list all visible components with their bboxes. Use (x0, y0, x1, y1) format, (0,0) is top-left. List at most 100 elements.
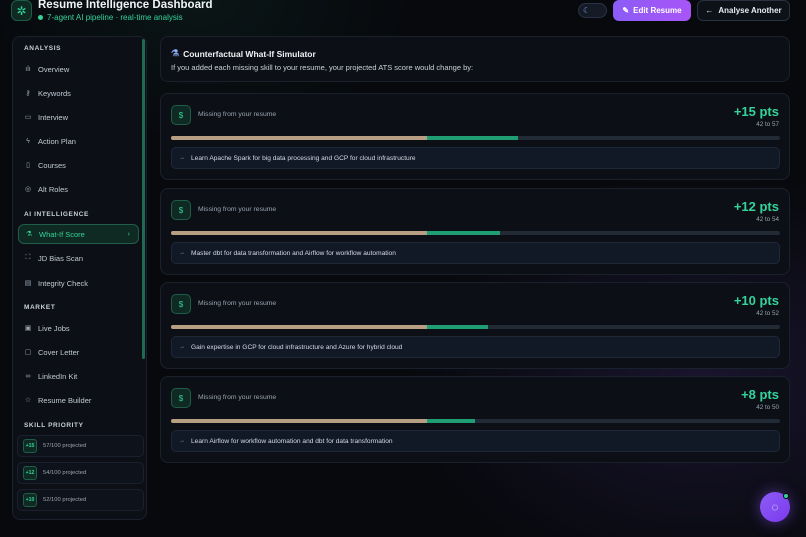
chat-icon: ▭ (24, 114, 32, 121)
projected-gain-segment (426, 136, 519, 140)
section-analysis: ANALYSIS (24, 45, 62, 52)
sidebar-item-label: Interview (38, 112, 69, 122)
projected-gain-segment (426, 419, 476, 423)
current-score-segment (171, 231, 427, 235)
points-gain: +10 pts (733, 293, 779, 308)
online-indicator (783, 493, 789, 499)
projected-gain-segment (426, 231, 500, 235)
sidebar-item-cover-letter[interactable]: ▢ Cover Letter (18, 342, 139, 362)
briefcase-icon: ▣ (24, 325, 32, 332)
recommendation-text: Gain expertise in GCP for cloud infrastr… (191, 343, 403, 351)
points-gain: +8 pts (741, 387, 779, 402)
sidebar-item-label: Cover Letter (38, 347, 80, 357)
sidebar-item-label: JD Bias Scan (38, 253, 84, 263)
simulator-description: If you added each missing skill to your … (171, 63, 474, 72)
star-icon: ☆ (24, 397, 32, 404)
dollar-icon: $ (171, 105, 191, 125)
app-subtitle-text: 7-agent AI pipeline · real-time analysis (47, 13, 183, 22)
dollar-icon: $ (171, 388, 191, 408)
chevron-right-icon: › (127, 230, 130, 238)
sidebar-item-resume-builder[interactable]: ☆ Resume Builder (18, 390, 139, 410)
book-icon: ▯ (26, 162, 30, 169)
what-if-card: $ Missing from your resume +15 pts 42 to… (160, 93, 790, 180)
sidebar-item-jd-bias-scan[interactable]: ⛶ JD Bias Scan (18, 248, 139, 268)
app-header: ✲ Resume Intelligence Dashboard 7-agent … (0, 0, 806, 30)
sidebar-item-label: Alt Roles (38, 184, 69, 194)
what-if-card: $ Missing from your resume +8 pts 42 to … (160, 376, 790, 463)
skill-gain-badge: +12 (23, 466, 37, 480)
sidebar-item-live-jobs[interactable]: ▣ Live Jobs (18, 318, 139, 338)
sparkle-icon: ✲ (11, 0, 32, 21)
skill-priority-item[interactable]: +12 54/100 projected (17, 462, 144, 484)
chat-bubble-icon: ◌ (771, 500, 779, 514)
sidebar-item-courses[interactable]: ▯ Courses (18, 155, 139, 175)
recommendation-row: → Master dbt for data transformation and… (171, 242, 780, 264)
dollar-icon: $ (171, 200, 191, 220)
sidebar-item-action-plan[interactable]: ϟ Action Plan (18, 131, 139, 151)
skill-priority-item[interactable]: +15 57/100 projected (17, 435, 144, 457)
link-icon: ∞ (25, 372, 31, 380)
recommendation-row: → Gain expertise in GCP for cloud infras… (171, 336, 780, 358)
sidebar: ANALYSIS ılı Overview ⚷ Keywords ▭ Inter… (12, 36, 147, 520)
score-range: 42 to 54 (756, 216, 779, 223)
sidebar-item-integrity-check[interactable]: ▤ Integrity Check (18, 273, 139, 293)
arrow-left-icon: ← (705, 6, 714, 15)
sidebar-item-interview[interactable]: ▭ Interview (18, 107, 139, 127)
sidebar-scrollbar[interactable] (142, 39, 145, 359)
score-progress-bar (171, 325, 780, 329)
projected-gain-segment (426, 325, 488, 329)
skill-projected-text: 57/100 projected (43, 443, 87, 449)
theme-toggle[interactable]: ☾ (578, 3, 607, 18)
sidebar-item-keywords[interactable]: ⚷ Keywords (18, 83, 139, 103)
missing-label: Missing from your resume (198, 111, 277, 118)
current-score-segment (171, 136, 427, 140)
missing-label: Missing from your resume (198, 394, 277, 401)
sidebar-item-overview[interactable]: ılı Overview (18, 59, 139, 79)
score-range: 42 to 52 (756, 310, 779, 317)
moon-icon: ☾ (583, 6, 591, 15)
sidebar-item-label: What-If Score (39, 229, 85, 239)
score-progress-bar (171, 419, 780, 423)
section-skill-priority: SKILL PRIORITY (24, 422, 84, 429)
status-dot (38, 15, 43, 20)
missing-label: Missing from your resume (198, 300, 277, 307)
sidebar-item-label: Courses (38, 160, 66, 170)
recommendation-text: Master dbt for data transformation and A… (191, 249, 396, 257)
section-ai-intelligence: AI INTELLIGENCE (24, 211, 89, 218)
key-icon: ⚷ (25, 90, 31, 97)
points-gain: +15 pts (733, 104, 779, 119)
sidebar-item-linkedin-kit[interactable]: ∞ LinkedIn Kit (18, 366, 139, 386)
flask-icon: ⚗ (171, 48, 180, 58)
edit-resume-button[interactable]: ✎ Edit Resume (613, 0, 691, 21)
app-title: Resume Intelligence Dashboard (38, 0, 213, 11)
current-score-segment (171, 325, 427, 329)
arrow-right-icon: → (179, 438, 185, 444)
chat-assistant-button[interactable]: ◌ (760, 492, 790, 522)
score-progress-bar (171, 231, 780, 235)
target-icon: ◎ (24, 186, 32, 193)
arrow-right-icon: → (179, 250, 185, 256)
score-progress-bar (171, 136, 780, 140)
section-market: MARKET (24, 304, 56, 311)
file-icon: ▢ (24, 349, 32, 356)
simulator-intro-panel: ⚗ Counterfactual What-If Simulator If yo… (160, 36, 790, 82)
flask-icon: ⚗ (25, 231, 33, 238)
skill-projected-text: 54/100 projected (43, 470, 87, 476)
skill-priority-item[interactable]: +10 52/100 projected (17, 489, 144, 511)
analyse-another-label: Analyse Another (718, 6, 782, 15)
sidebar-item-label: Overview (38, 64, 70, 74)
sidebar-item-alt-roles[interactable]: ◎ Alt Roles (18, 179, 139, 199)
scan-icon: ⛶ (25, 254, 31, 261)
sidebar-item-what-if-score[interactable]: ⚗ What-If Score › (18, 224, 139, 244)
skill-projected-text: 52/100 projected (43, 497, 87, 503)
analyse-another-button[interactable]: ← Analyse Another (697, 0, 790, 21)
simulator-title-text: Counterfactual What-If Simulator (183, 48, 316, 59)
sidebar-item-label: Live Jobs (38, 323, 70, 333)
score-range: 42 to 50 (756, 404, 779, 411)
pencil-icon: ✎ (622, 6, 630, 15)
recommendation-text: Learn Apache Spark for big data processi… (191, 154, 416, 162)
recommendation-row: → Learn Airflow for workflow automation … (171, 430, 780, 452)
bar-chart-icon: ılı (25, 65, 31, 73)
sidebar-item-label: Action Plan (38, 136, 76, 146)
what-if-card: $ Missing from your resume +10 pts 42 to… (160, 282, 790, 369)
